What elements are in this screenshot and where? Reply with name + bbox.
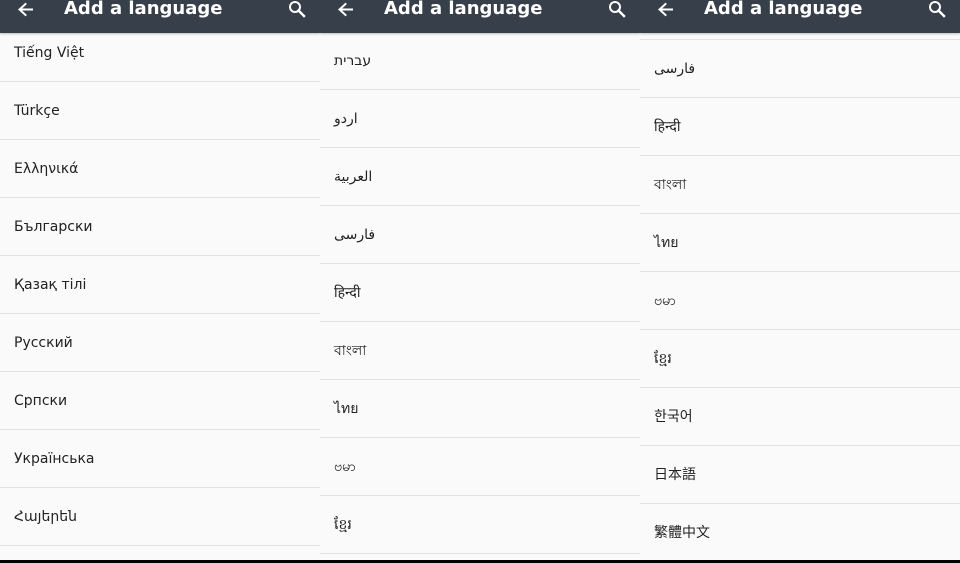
language-label: ဗမာ	[654, 292, 676, 309]
language-item[interactable]: Српски	[0, 372, 320, 430]
language-picker-screen-1: Tiếng Việt Türkçe Ελληνικά Български Қаз…	[0, 0, 320, 560]
search-button[interactable]	[606, 0, 628, 20]
language-item[interactable]: Русский	[0, 314, 320, 372]
language-item[interactable]: Ελληνικά	[0, 140, 320, 198]
page-title: Add a language	[64, 0, 223, 19]
language-label: ไทย	[334, 400, 359, 417]
language-item[interactable]: فارسی	[320, 206, 640, 264]
back-button[interactable]	[333, 0, 357, 20]
language-label: Українська	[14, 450, 95, 467]
language-item[interactable]: 日本語	[640, 446, 960, 504]
language-label: हिन्दी	[334, 284, 361, 301]
language-item[interactable]: Қазақ тілі	[0, 256, 320, 314]
language-item[interactable]: اردو	[320, 90, 640, 148]
arrow-back-icon	[658, 2, 673, 17]
language-label: فارسی	[334, 226, 376, 243]
language-label: Русский	[14, 334, 73, 351]
language-list[interactable]: עברית اردو العربية فارسی हिन्दी বাংলা ไท…	[320, 0, 640, 560]
language-item[interactable]: Հայերեն	[0, 488, 320, 546]
back-button[interactable]	[13, 0, 37, 20]
language-label: 한국어	[654, 408, 693, 425]
language-item[interactable]: עברית	[320, 32, 640, 90]
language-label: עברית	[334, 52, 372, 69]
language-item[interactable]: 繁體中文	[640, 504, 960, 560]
language-label: فارسی	[654, 60, 696, 77]
language-item[interactable]: ဗမာ	[640, 272, 960, 330]
language-label: 繁體中文	[654, 524, 710, 541]
language-item[interactable]: Українська	[0, 430, 320, 488]
language-label: Ελληνικά	[14, 160, 79, 177]
language-label: ខ្មែរ	[654, 350, 672, 367]
app-bar: Add a language	[640, 0, 960, 33]
language-label: العربية	[334, 168, 373, 185]
language-label: Türkçe	[14, 102, 60, 119]
language-label: বাংলা	[334, 342, 367, 359]
search-icon	[289, 1, 306, 18]
language-item[interactable]: ဗမာ	[320, 438, 640, 496]
language-label: Tiếng Việt	[14, 44, 85, 61]
language-item[interactable]: हिन्दी	[320, 264, 640, 322]
language-item[interactable]: العربية	[320, 148, 640, 206]
language-picker-screen-3: فارسی हिन्दी বাংলা ไทย ဗမာ ខ្មែរ 한국어 日本語…	[640, 0, 960, 560]
language-label: ខ្មែរ	[334, 516, 352, 533]
language-item[interactable]: ไทย	[640, 214, 960, 272]
search-icon	[929, 1, 946, 18]
language-item[interactable]: ខ្មែរ	[320, 496, 640, 554]
language-item[interactable]: 한국어	[640, 388, 960, 446]
language-label: 日本語	[654, 466, 696, 483]
language-label: ဗမာ	[334, 458, 356, 475]
search-icon	[609, 1, 626, 18]
language-label: Български	[14, 218, 93, 235]
app-bar: Add a language	[0, 0, 320, 33]
language-list[interactable]: Tiếng Việt Türkçe Ελληνικά Български Қаз…	[0, 0, 320, 560]
language-item[interactable]: Türkçe	[0, 82, 320, 140]
language-item[interactable]: ไทย	[320, 380, 640, 438]
language-label: हिन्दी	[654, 118, 681, 135]
language-item[interactable]: فارسی	[640, 40, 960, 98]
language-item[interactable]: বাংলা	[320, 322, 640, 380]
app-bar: Add a language	[320, 0, 640, 33]
language-item[interactable]: Български	[0, 198, 320, 256]
arrow-back-icon	[18, 2, 33, 17]
language-item[interactable]: हिन्दी	[640, 98, 960, 156]
language-item[interactable]: বাংলা	[640, 156, 960, 214]
language-list[interactable]: فارسی हिन्दी বাংলা ไทย ဗမာ ខ្មែរ 한국어 日本語…	[640, 0, 960, 560]
arrow-back-icon	[338, 2, 353, 17]
language-label: Հայերեն	[14, 508, 77, 525]
language-label: Српски	[14, 392, 68, 409]
search-button[interactable]	[286, 0, 308, 20]
page-title: Add a language	[384, 0, 543, 19]
search-button[interactable]	[926, 0, 948, 20]
language-label: ไทย	[654, 234, 679, 251]
language-label: বাংলা	[654, 176, 687, 193]
language-item[interactable]: ខ្មែរ	[640, 330, 960, 388]
language-label: اردو	[334, 110, 358, 127]
language-picker-screen-2: עברית اردو العربية فارسی हिन्दी বাংলা ไท…	[320, 0, 640, 560]
back-button[interactable]	[653, 0, 677, 20]
page-title: Add a language	[704, 0, 863, 19]
language-label: Қазақ тілі	[14, 276, 87, 293]
